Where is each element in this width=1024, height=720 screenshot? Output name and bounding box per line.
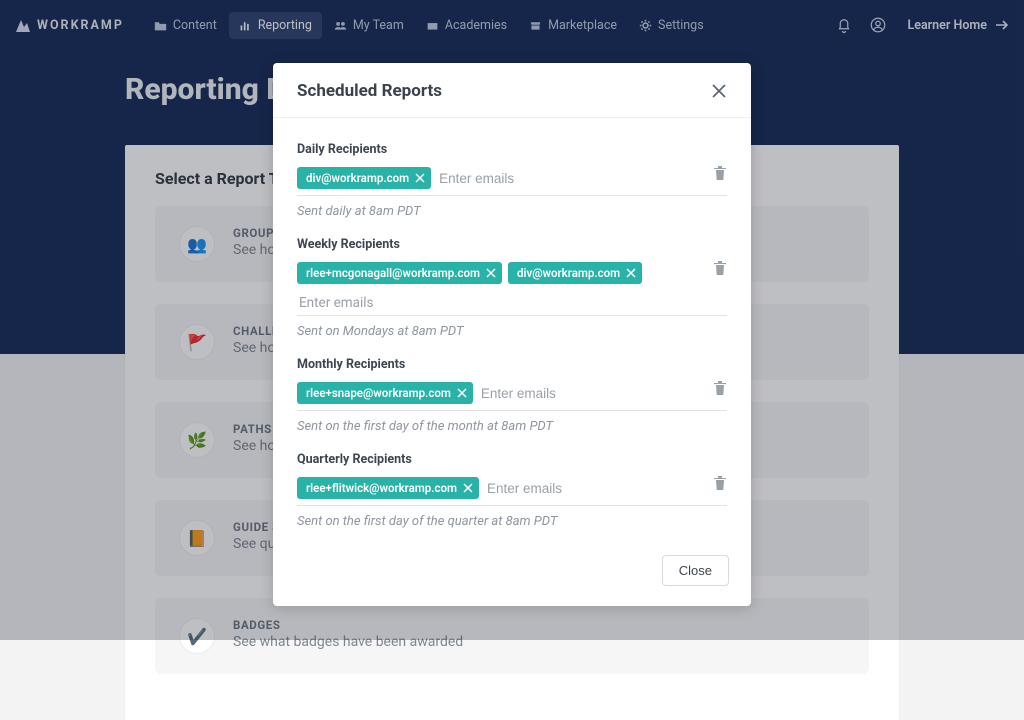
chip-label: div@workramp.com — [306, 171, 409, 185]
daily-email-input[interactable] — [437, 168, 727, 189]
chip-remove-icon[interactable] — [486, 268, 496, 278]
trash-icon[interactable] — [713, 165, 727, 181]
daily-chip-row[interactable]: div@workramp.com — [297, 167, 727, 196]
chip-remove-icon[interactable] — [457, 388, 467, 398]
scheduled-reports-modal: Scheduled Reports Daily Recipients div@w… — [273, 63, 751, 606]
quarterly-title: Quarterly Recipients — [297, 452, 727, 467]
modal-title: Scheduled Reports — [297, 81, 442, 101]
quarterly-note: Sent on the first day of the quarter at … — [297, 514, 727, 529]
weekly-section: Weekly Recipients rlee+mcgonagall@workra… — [297, 237, 727, 339]
monthly-note: Sent on the first day of the month at 8a… — [297, 419, 727, 434]
email-chip: div@workramp.com — [297, 167, 431, 189]
chip-label: rlee+flitwick@workramp.com — [306, 481, 457, 495]
monthly-section: Monthly Recipients rlee+snape@workramp.c… — [297, 357, 727, 434]
email-chip: rlee+snape@workramp.com — [297, 382, 473, 404]
close-icon[interactable] — [711, 83, 727, 99]
chip-label: div@workramp.com — [517, 266, 620, 280]
weekly-email-input-placeholder[interactable]: Enter emails — [297, 292, 727, 316]
daily-section: Daily Recipients div@workramp.com Sent d… — [297, 142, 727, 219]
trash-icon[interactable] — [713, 380, 727, 396]
quarterly-chip-row[interactable]: rlee+flitwick@workramp.com — [297, 477, 727, 506]
chip-label: rlee+mcgonagall@workramp.com — [306, 266, 480, 280]
trash-icon[interactable] — [713, 260, 727, 276]
monthly-chip-row[interactable]: rlee+snape@workramp.com — [297, 382, 727, 411]
chip-remove-icon[interactable] — [463, 483, 473, 493]
monthly-email-input[interactable] — [479, 383, 727, 404]
weekly-title: Weekly Recipients — [297, 237, 727, 252]
daily-note: Sent daily at 8am PDT — [297, 204, 727, 219]
daily-title: Daily Recipients — [297, 142, 727, 157]
chip-remove-icon[interactable] — [415, 173, 425, 183]
email-chip: rlee+mcgonagall@workramp.com — [297, 262, 502, 284]
chip-remove-icon[interactable] — [626, 268, 636, 278]
chip-label: rlee+snape@workramp.com — [306, 386, 451, 400]
trash-icon[interactable] — [713, 475, 727, 491]
monthly-title: Monthly Recipients — [297, 357, 727, 372]
email-chip: div@workramp.com — [508, 262, 642, 284]
close-button[interactable]: Close — [662, 555, 729, 586]
weekly-chip-row[interactable]: rlee+mcgonagall@workramp.com div@workram… — [297, 262, 727, 290]
quarterly-section: Quarterly Recipients rlee+flitwick@workr… — [297, 452, 727, 529]
weekly-note: Sent on Mondays at 8am PDT — [297, 324, 727, 339]
email-chip: rlee+flitwick@workramp.com — [297, 477, 479, 499]
quarterly-email-input[interactable] — [485, 478, 727, 499]
